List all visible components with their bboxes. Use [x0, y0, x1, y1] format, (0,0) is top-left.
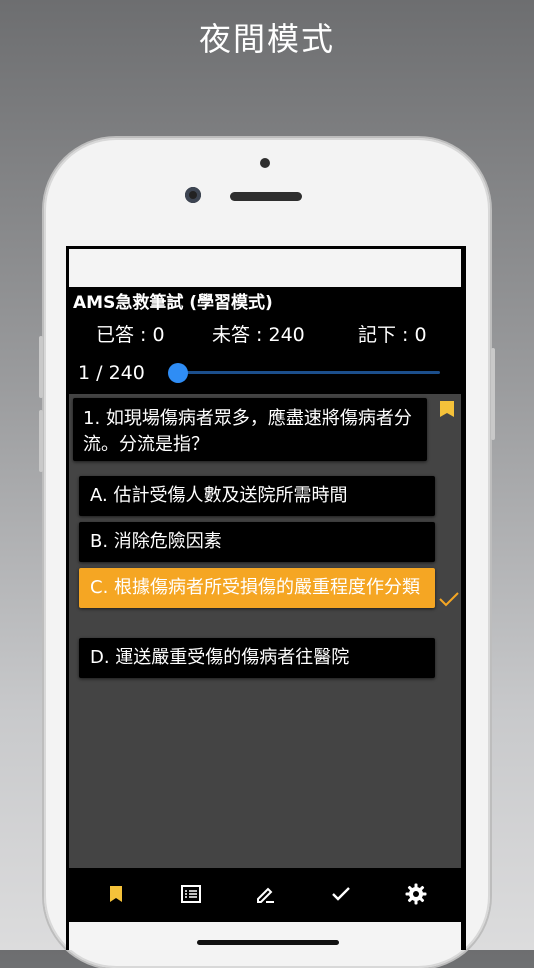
bookmark-icon[interactable]: [104, 882, 128, 906]
banner-title: 夜間模式: [198, 20, 335, 58]
home-indicator-area: [69, 922, 461, 950]
correct-check-icon: [438, 591, 460, 611]
earpiece-speaker: [230, 192, 302, 201]
edit-icon[interactable]: [254, 882, 278, 906]
proximity-sensor: [260, 158, 270, 168]
option-a-text: A. 估計受傷人數及送院所需時間: [90, 485, 348, 506]
progress-label: 1 / 240: [78, 362, 145, 384]
bookmark-icon[interactable]: [439, 400, 455, 422]
answered-count: 已答 : 0: [96, 324, 165, 346]
question-panel: 1. 如現場傷病者眾多，應盡速將傷病者分流。分流是指？ A. 估計受傷人數及送院…: [69, 394, 461, 868]
question-text: 1. 如現場傷病者眾多，應盡速將傷病者分流。分流是指？: [83, 408, 412, 455]
question-card: 1. 如現場傷病者眾多，應盡速將傷病者分流。分流是指？: [73, 398, 427, 461]
bottom-nav: [66, 868, 466, 920]
volume-down-button: [39, 410, 43, 472]
option-d[interactable]: D. 運送嚴重受傷的傷病者往醫院: [79, 638, 435, 678]
option-b-text: B. 消除危險因素: [90, 531, 222, 552]
app-screen: AMS急救筆試 (學習模式) 已答 : 0 未答 : 240 記下 : 0 1 …: [66, 246, 466, 950]
status-bar: [69, 249, 461, 287]
home-indicator[interactable]: [197, 940, 339, 945]
gear-icon[interactable]: [404, 882, 428, 906]
option-a[interactable]: A. 估計受傷人數及送院所需時間: [79, 476, 435, 516]
question-slider-thumb[interactable]: [168, 363, 188, 383]
unanswered-count: 未答 : 240: [212, 324, 305, 346]
option-c-text: C. 根據傷病者所受損傷的嚴重程度作分類: [90, 577, 421, 598]
check-icon[interactable]: [329, 882, 353, 906]
question-slider-track[interactable]: [178, 371, 440, 374]
option-b[interactable]: B. 消除危險因素: [79, 522, 435, 562]
list-icon[interactable]: [179, 882, 203, 906]
option-d-text: D. 運送嚴重受傷的傷病者往醫院: [90, 647, 350, 668]
marked-count: 記下 : 0: [358, 324, 427, 346]
app-title: AMS急救筆試 (學習模式): [73, 293, 273, 313]
front-camera-icon: [185, 187, 201, 203]
power-button: [491, 348, 495, 440]
app-header: AMS急救筆試 (學習模式) 已答 : 0 未答 : 240 記下 : 0 1 …: [66, 287, 466, 384]
volume-up-button: [39, 336, 43, 398]
option-c[interactable]: C. 根據傷病者所受損傷的嚴重程度作分類: [79, 568, 435, 608]
